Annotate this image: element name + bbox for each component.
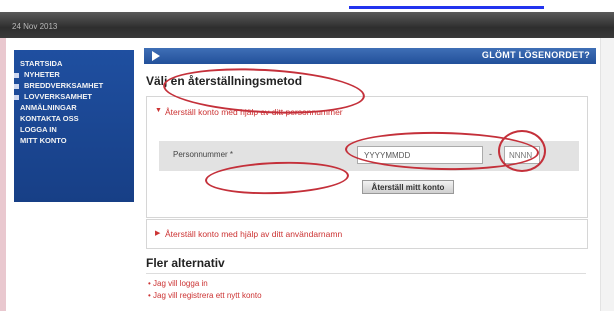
- sidebar-item-2[interactable]: BREDDVERKSAMHET: [14, 80, 134, 91]
- annotation-circle: [498, 130, 546, 172]
- top-link-underline[interactable]: [349, 0, 544, 9]
- more-option-link[interactable]: • Jag vill registrera ett nytt konto: [148, 290, 262, 302]
- triangle-bullet-icon: ▼: [155, 107, 162, 114]
- sidebar-nav: STARTSIDA NYHETER BREDDVERKSAMHET LOVVERKSA…: [14, 50, 134, 202]
- arrow-icon: [152, 51, 160, 61]
- site-banner: 24 Nov 2013: [0, 12, 614, 38]
- more-option-link[interactable]: • Jag vill logga in: [148, 278, 262, 290]
- more-options-heading: Fler alternativ: [146, 256, 225, 270]
- section-anvandarnamn: ▶ Återställ konto med hjälp av ditt anvä…: [146, 219, 588, 249]
- more-option-label[interactable]: Jag vill registrera ett nytt konto: [153, 291, 262, 300]
- page-edge: [0, 38, 6, 311]
- sidebar-item-5[interactable]: KONTAKTA OSS: [14, 113, 134, 124]
- triangle-bullet-icon: ▶: [155, 230, 161, 237]
- divider: [146, 273, 586, 274]
- section-title-anvandarnamn[interactable]: Återställ konto med hjälp av ditt använd…: [165, 229, 342, 239]
- sidebar-item-3[interactable]: LOVVERKSAMHET: [14, 91, 134, 102]
- sidebar-item-1[interactable]: NYHETER: [14, 69, 134, 80]
- sidebar-item-6[interactable]: LOGGA IN: [14, 124, 134, 135]
- personnummer-label: Personnummer *: [173, 150, 234, 159]
- reset-account-button[interactable]: Återställ mitt konto: [362, 180, 454, 194]
- panel-title: GLÖMT LÖSENORDET?: [481, 50, 590, 60]
- sidebar-item-4[interactable]: ANMÄLNINGAR: [14, 102, 134, 113]
- panel-titlebar: GLÖMT LÖSENORDET?: [144, 48, 596, 64]
- sidebar-item-0[interactable]: STARTSIDA: [14, 58, 134, 69]
- sidebar-item-7[interactable]: MITT KONTO: [14, 135, 134, 146]
- more-options-links: • Jag vill logga in • Jag vill registrera…: [148, 278, 262, 302]
- banner-date: 24 Nov 2013: [12, 22, 58, 31]
- more-option-label[interactable]: Jag vill logga in: [153, 279, 208, 288]
- right-edge: [600, 38, 614, 311]
